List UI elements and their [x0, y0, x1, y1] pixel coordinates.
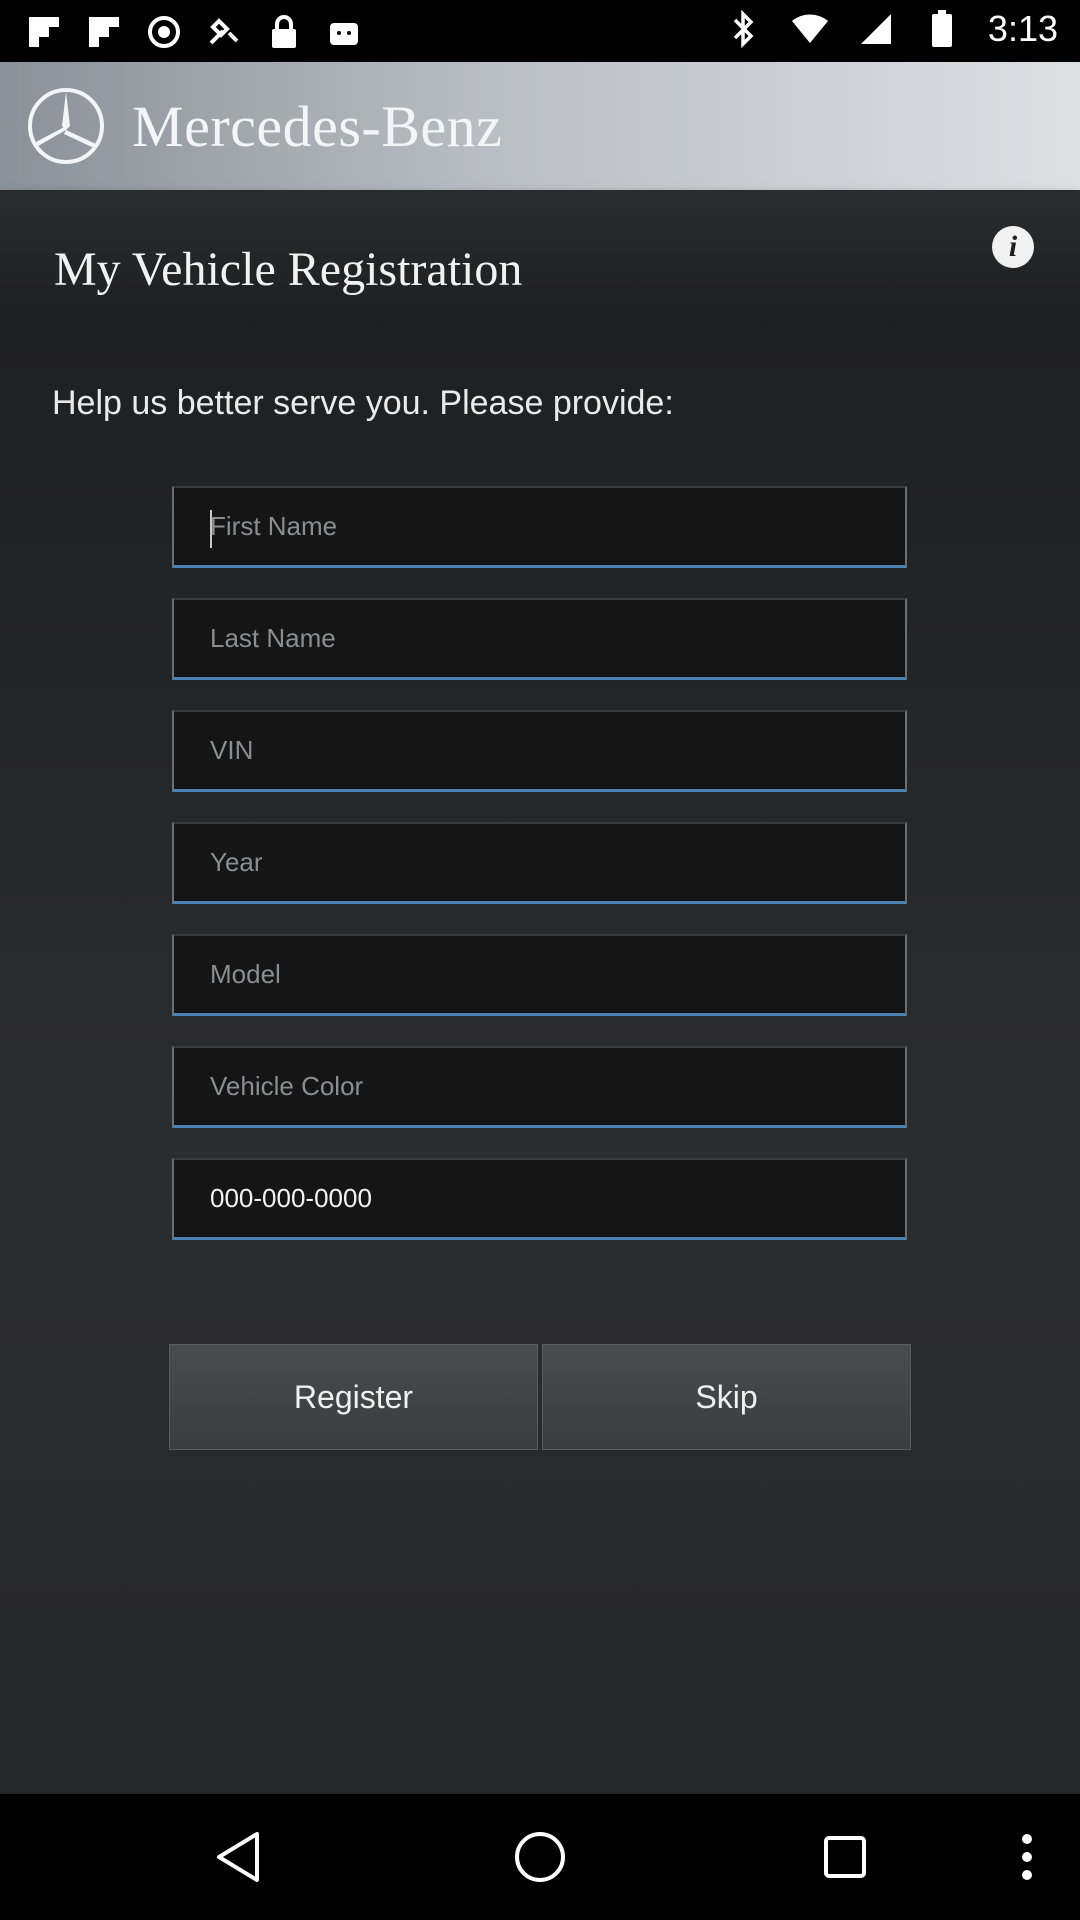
- battery-icon: [922, 9, 962, 49]
- year-input[interactable]: [174, 824, 905, 901]
- year-field-container: [172, 822, 907, 904]
- signal-icon: [856, 9, 896, 49]
- phone-field-container: [172, 1158, 907, 1240]
- back-icon[interactable]: [208, 1827, 268, 1887]
- bluetooth-icon: [724, 9, 764, 49]
- first-name-input[interactable]: [174, 488, 905, 565]
- mercedes-star-icon: [28, 88, 104, 164]
- register-button[interactable]: Register: [169, 1344, 538, 1450]
- recents-icon[interactable]: [815, 1827, 875, 1887]
- vehicle-color-input[interactable]: [174, 1048, 905, 1125]
- status-bar: 3:13: [0, 0, 1080, 62]
- brand-name: Mercedes-Benz: [132, 93, 503, 159]
- phone-input[interactable]: [174, 1160, 905, 1237]
- registration-form: [172, 486, 907, 1270]
- android-icon: [324, 12, 364, 52]
- info-glyph: i: [1008, 230, 1018, 263]
- action-buttons: Register Skip: [169, 1344, 911, 1450]
- screen: 3:13 Mercedes-Benz My Vehicle Registrati…: [0, 0, 1080, 1920]
- overflow-menu-icon[interactable]: [997, 1827, 1057, 1887]
- flipboard-icon: [24, 12, 64, 52]
- registration-form-area: Help us better serve you. Please provide…: [0, 326, 1080, 1794]
- last-name-input[interactable]: [174, 600, 905, 677]
- first-name-field-container: [172, 486, 907, 568]
- title-bar: My Vehicle Registration i: [0, 190, 1080, 326]
- text-cursor: [210, 510, 212, 548]
- form-subtitle: Help us better serve you. Please provide…: [52, 384, 674, 422]
- home-icon[interactable]: [510, 1827, 570, 1887]
- vin-input[interactable]: [174, 712, 905, 789]
- model-field-container: [172, 934, 907, 1016]
- lock-icon: [264, 12, 304, 52]
- last-name-field-container: [172, 598, 907, 680]
- info-icon[interactable]: i: [992, 226, 1034, 268]
- page-title: My Vehicle Registration: [54, 243, 523, 296]
- flipboard-icon: [84, 12, 124, 52]
- brand-bar: Mercedes-Benz: [0, 62, 1080, 190]
- vehicle-color-field-container: [172, 1046, 907, 1128]
- clock: 3:13: [987, 8, 1058, 49]
- sync-icon: [144, 12, 184, 52]
- wifi-icon: [790, 9, 830, 49]
- navigation-bar: [0, 1794, 1080, 1920]
- fake-gps-icon: [204, 12, 244, 52]
- vin-field-container: [172, 710, 907, 792]
- skip-button[interactable]: Skip: [542, 1344, 911, 1450]
- model-input[interactable]: [174, 936, 905, 1013]
